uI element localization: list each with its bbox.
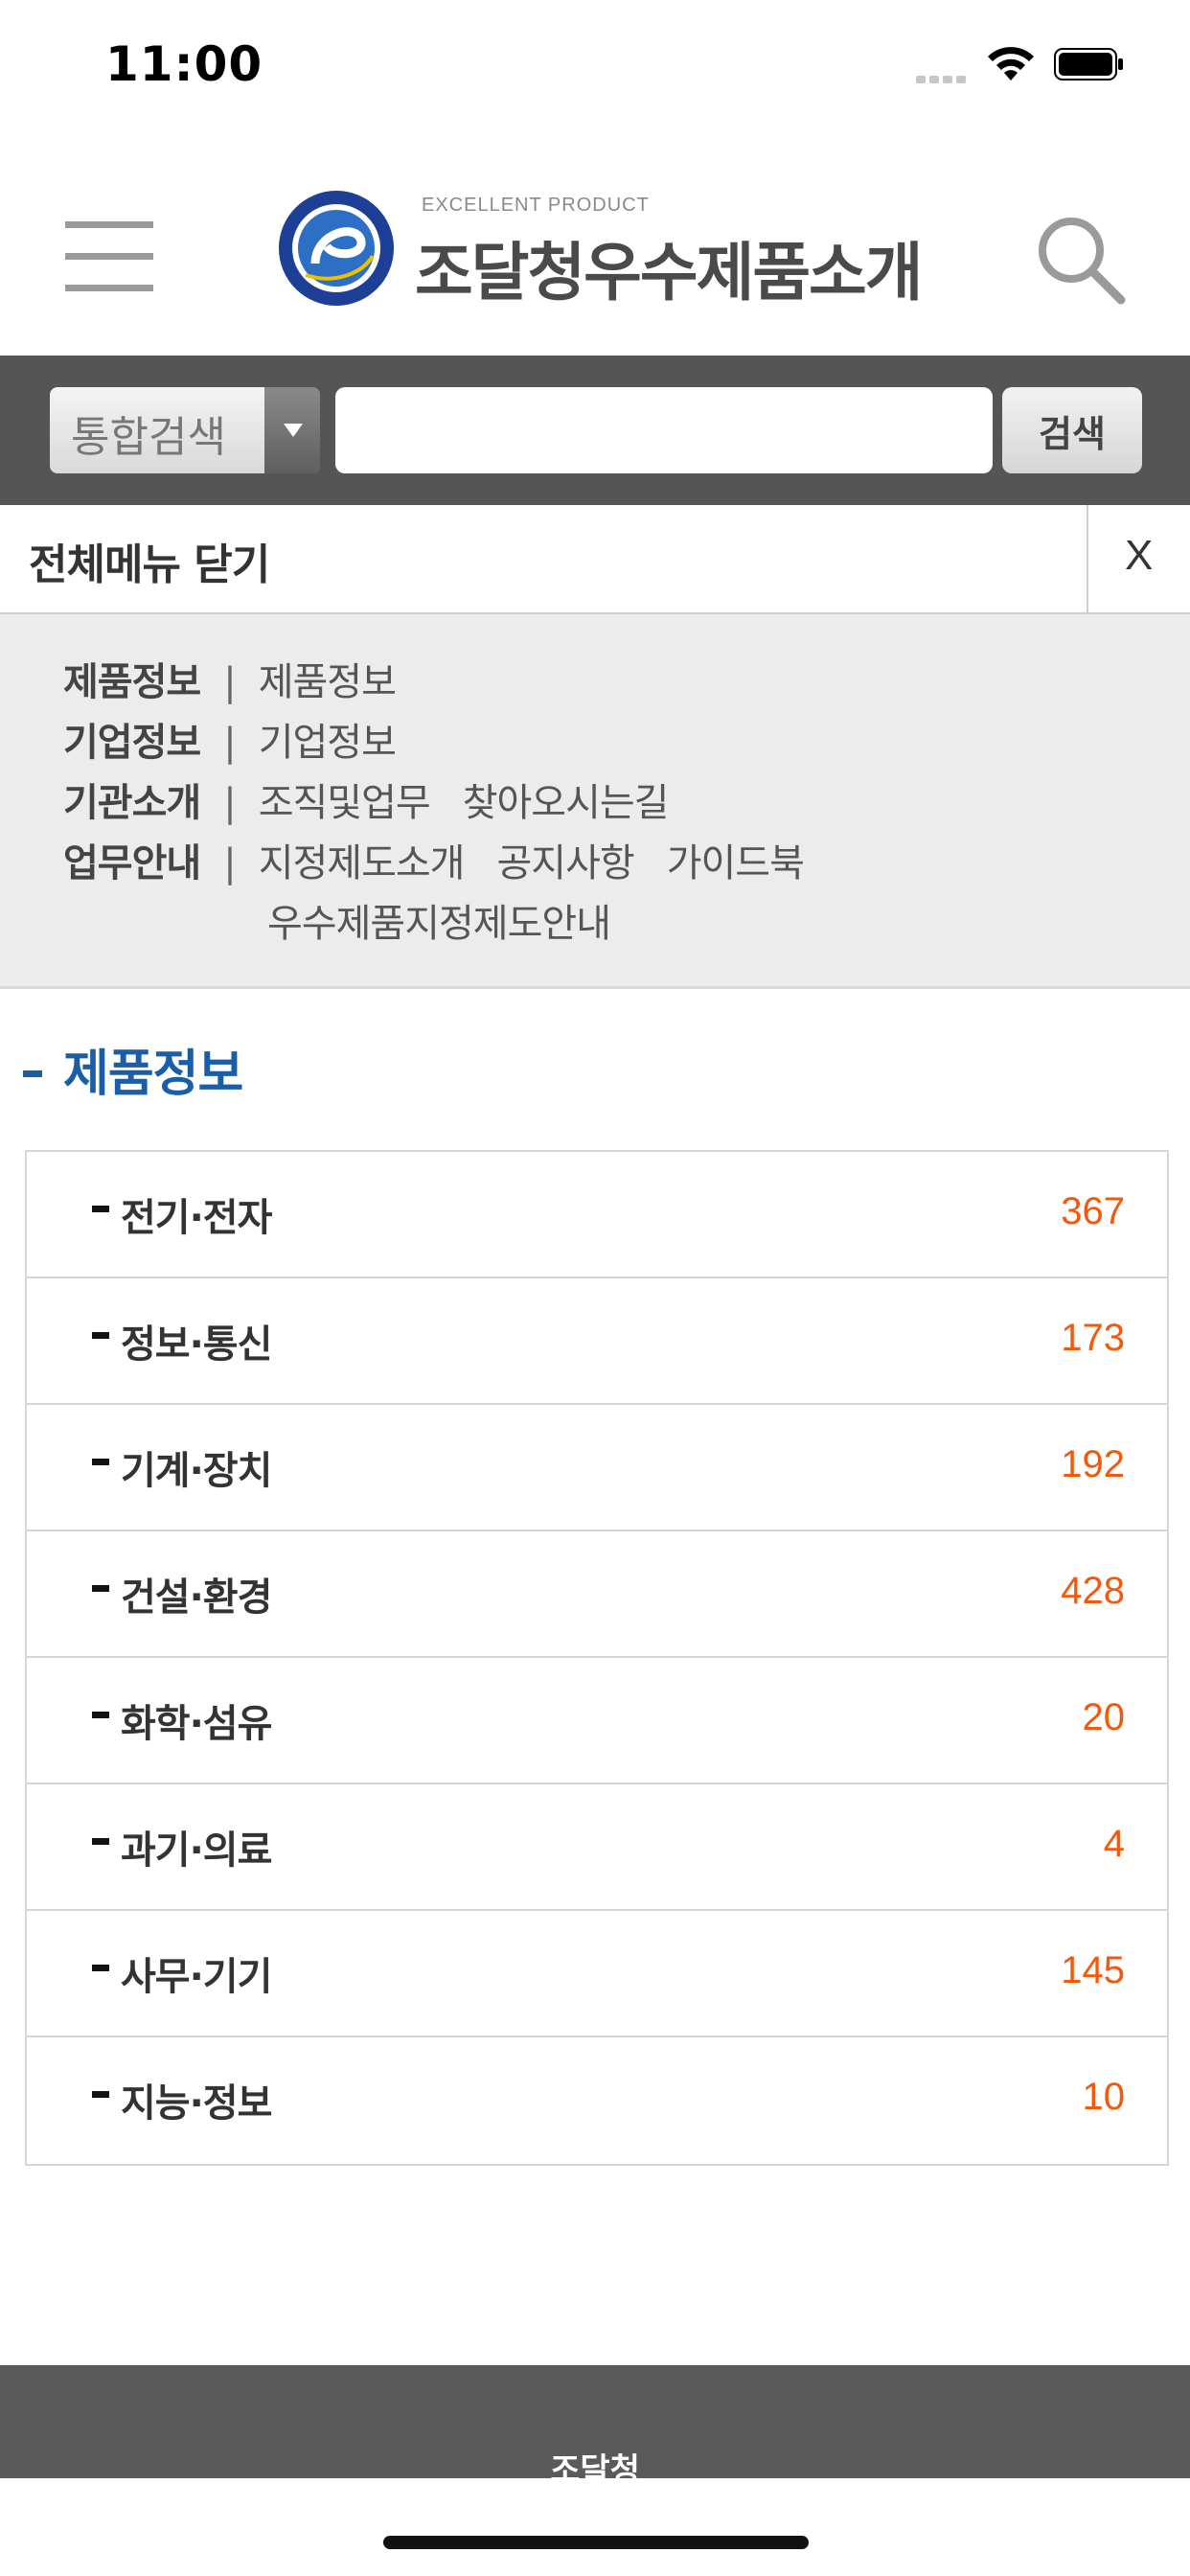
bullet-icon (92, 1206, 109, 1212)
category-name: 전기·전자 (121, 1196, 272, 1240)
wifi-icon (988, 47, 1034, 80)
category-count: 145 (1061, 1949, 1125, 1991)
sitemap-row-guide: 업무안내 | 지정제도소개 공지사항 가이드북 (63, 832, 836, 887)
category-name: 정보·통신 (121, 1322, 272, 1367)
status-time: 11:00 (105, 36, 263, 92)
status-bar: 11:00 (0, 0, 1190, 129)
search-bar: 통합검색 검색 (0, 356, 1190, 505)
bullet-icon (92, 1585, 109, 1592)
category-name: 화학·섬유 (121, 1702, 272, 1746)
battery-icon (1054, 48, 1123, 80)
sitemap-row-company: 기업정보 | 기업정보 (63, 711, 428, 767)
section-dash (23, 1070, 42, 1077)
sitemap-panel: 제품정보 | 제품정보 기업정보 | 기업정보 기관소개 | 조직및업무 찾아오시는길 업무안… (0, 614, 1190, 989)
bullet-icon (92, 1965, 109, 1971)
search-scope-select[interactable]: 통합검색 (50, 387, 320, 473)
hamburger-icon[interactable] (65, 221, 153, 292)
category-row[interactable]: 사무·기기 145 (27, 1911, 1167, 2037)
signal-icon (916, 69, 970, 87)
category-row[interactable]: 정보·통신 173 (27, 1278, 1167, 1405)
bullet-icon (92, 1332, 109, 1339)
sitemap-heading: 기업정보 (63, 721, 201, 765)
category-row[interactable]: 기계·장치 192 (27, 1405, 1167, 1531)
sitemap-row-guide-cont: 우수제품지정제도안내 (267, 892, 643, 948)
menu-close-row: 전체메뉴 닫기 X (0, 505, 1190, 614)
app-header: EXCELLENT PRODUCT 조달청우수제품소개 (0, 129, 1190, 356)
logo-emblem-icon (279, 191, 394, 306)
bullet-icon (92, 1838, 109, 1845)
category-count: 20 (1082, 1696, 1126, 1738)
sitemap-link-organization[interactable]: 조직및업무 (259, 781, 431, 825)
sitemap-link-company-info[interactable]: 기업정보 (259, 721, 397, 765)
category-count: 10 (1082, 2076, 1126, 2118)
sitemap-heading: 기관소개 (63, 781, 201, 825)
category-name: 지능·정보 (121, 2082, 272, 2126)
sitemap-link-guidebook[interactable]: 가이드북 (667, 841, 805, 886)
menu-close-label[interactable]: 전체메뉴 닫기 (29, 530, 270, 591)
sitemap-separator: | (223, 841, 237, 886)
sitemap-row-product: 제품정보 | 제품정보 (63, 651, 428, 706)
category-count: 173 (1061, 1317, 1125, 1359)
close-icon: X (1125, 532, 1154, 579)
sitemap-link-designation-system[interactable]: 지정제도소개 (259, 841, 466, 886)
close-menu-button[interactable]: X (1087, 505, 1190, 612)
search-input[interactable] (335, 387, 993, 473)
bullet-icon (92, 1459, 109, 1465)
sitemap-link-designation-guide[interactable]: 우수제품지정제도안내 (267, 902, 611, 946)
bullet-icon (92, 1712, 109, 1718)
category-list: 전기·전자 367 정보·통신 173 기계·장치 192 건설·환경 428 … (25, 1150, 1169, 2166)
sitemap-separator: | (223, 660, 237, 704)
category-count: 4 (1103, 1823, 1125, 1865)
logo-title: 조달청우수제품소개 (415, 236, 923, 310)
category-count: 367 (1061, 1190, 1125, 1232)
category-row[interactable]: 지능·정보 10 (27, 2037, 1167, 2164)
category-row[interactable]: 과기·의료 4 (27, 1784, 1167, 1911)
sitemap-link-directions[interactable]: 찾아오시는길 (463, 781, 670, 825)
category-name: 과기·의료 (121, 1828, 272, 1873)
sitemap-separator: | (223, 721, 237, 765)
section-title-text: 제품정보 (63, 1046, 243, 1103)
site-logo[interactable]: EXCELLENT PRODUCT 조달청우수제품소개 (273, 179, 925, 310)
sitemap-heading: 제품정보 (63, 660, 201, 704)
search-button[interactable]: 검색 (1002, 387, 1142, 473)
category-row[interactable]: 건설·환경 428 (27, 1531, 1167, 1658)
logo-subtitle: EXCELLENT PRODUCT (422, 195, 650, 216)
sitemap-separator: | (223, 781, 237, 825)
sitemap-row-about: 기관소개 | 조직및업무 찾아오시는길 (63, 771, 701, 827)
category-count: 192 (1061, 1443, 1125, 1485)
category-row[interactable]: 화학·섬유 20 (27, 1658, 1167, 1784)
sitemap-link-notices[interactable]: 공지사항 (497, 841, 635, 886)
home-indicator[interactable] (383, 2536, 809, 2549)
category-name: 사무·기기 (121, 1955, 272, 1999)
category-name: 건설·환경 (121, 1576, 272, 1620)
dropdown-arrow-icon[interactable] (264, 387, 320, 473)
category-name: 기계·장치 (121, 1449, 272, 1493)
category-count: 428 (1061, 1570, 1125, 1612)
bullet-icon (92, 2091, 109, 2098)
section-title: 제품정보 (23, 1033, 243, 1105)
category-row[interactable]: 전기·전자 367 (27, 1152, 1167, 1278)
search-icon[interactable] (1035, 214, 1127, 306)
sitemap-link-product-info[interactable]: 제품정보 (259, 660, 397, 704)
home-indicator-area (0, 2478, 1190, 2576)
search-scope-label: 통합검색 (71, 413, 226, 462)
sitemap-heading: 업무안내 (63, 841, 201, 886)
